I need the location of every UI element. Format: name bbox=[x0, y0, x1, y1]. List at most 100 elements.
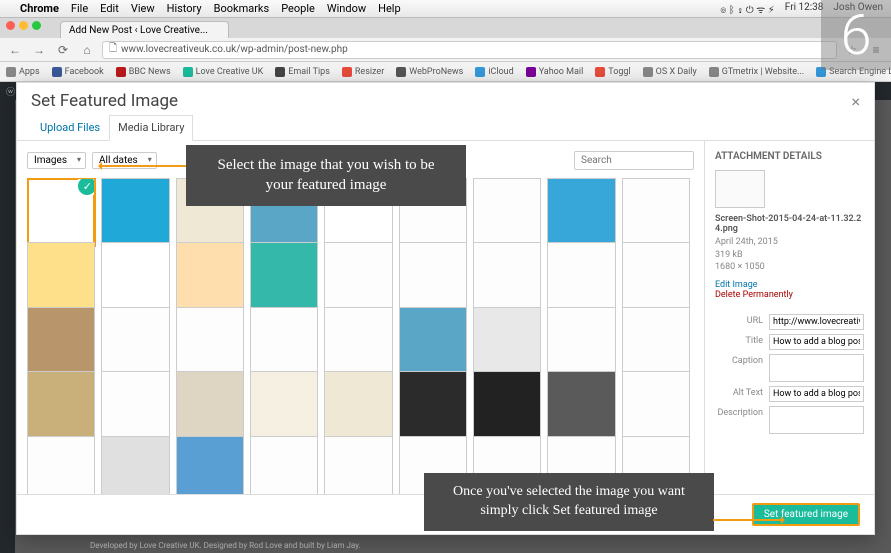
attachment-date: April 24th, 2015 bbox=[715, 237, 778, 247]
description-field[interactable] bbox=[769, 406, 864, 434]
media-thumbnail[interactable] bbox=[101, 242, 169, 310]
attachment-details: ATTACHMENT DETAILS Screen-Shot-2015-04-2… bbox=[704, 141, 874, 494]
window-zoom-icon[interactable] bbox=[32, 21, 41, 30]
bookmark-item[interactable]: WebProNews bbox=[396, 67, 463, 77]
bookmark-item[interactable]: GTmetrix | Website... bbox=[709, 67, 804, 77]
bookmarks-bar: Apps Facebook BBC News Love Creative UK … bbox=[0, 62, 891, 82]
bookmark-item[interactable]: Yahoo Mail bbox=[526, 67, 584, 77]
media-thumbnail[interactable] bbox=[27, 436, 95, 494]
browser-tab[interactable]: Add New Post ‹ Love Creative... bbox=[60, 21, 229, 38]
desc-label: Description bbox=[715, 406, 763, 418]
back-button[interactable]: ← bbox=[6, 41, 24, 59]
menu-help[interactable]: Help bbox=[378, 2, 401, 15]
url-field[interactable] bbox=[769, 314, 864, 330]
title-field[interactable] bbox=[769, 334, 864, 350]
bookmark-item[interactable]: OS X Daily bbox=[643, 67, 697, 77]
media-thumbnail[interactable] bbox=[27, 371, 95, 439]
url-bar[interactable]: 🗋 www.lovecreativeuk.co.uk/wp-admin/post… bbox=[102, 41, 837, 59]
window-minimize-icon[interactable] bbox=[19, 21, 28, 30]
media-thumbnail[interactable] bbox=[101, 436, 169, 494]
media-thumbnail[interactable] bbox=[473, 178, 541, 246]
media-thumbnail[interactable] bbox=[176, 371, 244, 439]
media-thumbnail[interactable] bbox=[547, 371, 615, 439]
forward-button[interactable]: → bbox=[30, 41, 48, 59]
caption-label: Caption bbox=[715, 354, 763, 366]
url-text: www.lovecreativeuk.co.uk/wp-admin/post-n… bbox=[121, 44, 348, 55]
media-thumbnail[interactable] bbox=[176, 242, 244, 310]
attachment-filename: Screen-Shot-2015-04-24-at-11.32.24.png bbox=[715, 214, 864, 234]
media-thumbnail[interactable] bbox=[622, 371, 690, 439]
media-thumbnail[interactable] bbox=[250, 436, 318, 494]
media-thumbnail[interactable] bbox=[27, 242, 95, 310]
search-input[interactable] bbox=[574, 151, 694, 170]
media-thumbnail[interactable] bbox=[622, 307, 690, 375]
footer-credit: Developed by Love Creative UK. Designed … bbox=[90, 541, 361, 550]
menu-people[interactable]: People bbox=[281, 2, 315, 15]
set-featured-image-button[interactable]: Set featured image bbox=[752, 503, 860, 526]
status-icons: ◎ ᛒ ⇪ ⏻ ᯤ ⚡︎ bbox=[720, 2, 774, 16]
bookmark-item[interactable]: Facebook bbox=[52, 67, 104, 77]
media-thumbnail[interactable] bbox=[101, 307, 169, 375]
media-thumbnail[interactable] bbox=[547, 307, 615, 375]
caption-field[interactable] bbox=[769, 354, 864, 382]
media-thumbnail[interactable] bbox=[473, 371, 541, 439]
clock[interactable]: Fri 12:38 bbox=[785, 2, 824, 16]
home-button[interactable]: ⌂ bbox=[78, 41, 96, 59]
media-thumbnail[interactable] bbox=[547, 242, 615, 310]
macos-menubar: Chrome File Edit View History Bookmarks … bbox=[0, 0, 891, 18]
bookmark-item[interactable]: Toggl bbox=[595, 67, 630, 77]
reload-button[interactable]: ⟳ bbox=[54, 41, 72, 59]
media-thumbnail[interactable] bbox=[27, 307, 95, 375]
annotation-callout-select: Select the image that you wish to be you… bbox=[186, 145, 466, 206]
media-thumbnail[interactable] bbox=[176, 436, 244, 494]
close-icon[interactable]: × bbox=[851, 92, 860, 111]
media-thumbnail[interactable] bbox=[399, 242, 467, 310]
menu-window[interactable]: Window bbox=[327, 2, 366, 15]
bookmark-item[interactable]: iCloud bbox=[475, 67, 513, 77]
media-thumbnail[interactable] bbox=[622, 242, 690, 310]
media-thumbnail[interactable] bbox=[27, 178, 95, 246]
media-thumbnail[interactable] bbox=[473, 307, 541, 375]
media-thumbnail[interactable] bbox=[399, 371, 467, 439]
chrome-tabstrip: Add New Post ‹ Love Creative... bbox=[0, 18, 891, 38]
delete-permanently-link[interactable]: Delete Permanently bbox=[715, 290, 864, 300]
media-thumbnail[interactable] bbox=[101, 178, 169, 246]
tab-upload-files[interactable]: Upload Files bbox=[31, 115, 109, 140]
media-thumbnail[interactable] bbox=[250, 307, 318, 375]
bookmark-item[interactable]: Resizer bbox=[342, 67, 384, 77]
bookmark-item[interactable]: Love Creative UK bbox=[183, 67, 264, 77]
media-thumbnail[interactable] bbox=[324, 242, 392, 310]
tab-media-library[interactable]: Media Library bbox=[109, 115, 193, 141]
tab-title: Add New Post ‹ Love Creative... bbox=[69, 25, 208, 36]
menu-edit[interactable]: Edit bbox=[100, 2, 119, 15]
wp-logo-icon[interactable]: ⓦ bbox=[6, 85, 15, 98]
media-thumbnail[interactable] bbox=[547, 178, 615, 246]
edit-image-link[interactable]: Edit Image bbox=[715, 280, 864, 290]
media-thumbnail[interactable] bbox=[473, 242, 541, 310]
wp-admin-sidebar[interactable] bbox=[0, 100, 15, 553]
modal-title: Set Featured Image bbox=[31, 91, 178, 111]
menu-view[interactable]: View bbox=[131, 2, 155, 15]
media-thumbnail[interactable] bbox=[250, 242, 318, 310]
media-thumbnail[interactable] bbox=[324, 371, 392, 439]
window-close-icon[interactable] bbox=[6, 21, 15, 30]
media-thumbnail[interactable] bbox=[324, 307, 392, 375]
step-number-badge: 6 bbox=[821, 0, 891, 70]
media-thumbnail[interactable] bbox=[622, 178, 690, 246]
media-thumbnail[interactable] bbox=[399, 307, 467, 375]
media-thumbnail[interactable] bbox=[101, 371, 169, 439]
bookmark-apps[interactable]: Apps bbox=[6, 67, 40, 77]
modal-tabs: Upload Files Media Library bbox=[17, 115, 874, 141]
alt-field[interactable] bbox=[769, 386, 864, 402]
bookmark-item[interactable]: Email Tips bbox=[275, 67, 330, 77]
app-name[interactable]: Chrome bbox=[20, 2, 59, 15]
menu-history[interactable]: History bbox=[167, 2, 202, 15]
media-thumbnail[interactable] bbox=[250, 371, 318, 439]
menu-bookmarks[interactable]: Bookmarks bbox=[214, 2, 270, 15]
bookmark-item[interactable]: BBC News bbox=[116, 67, 171, 77]
menu-file[interactable]: File bbox=[71, 2, 88, 15]
thumbnail-grid bbox=[27, 178, 694, 494]
media-thumbnail[interactable] bbox=[176, 307, 244, 375]
filter-type-select[interactable]: Images bbox=[27, 152, 86, 169]
media-thumbnail[interactable] bbox=[324, 436, 392, 494]
